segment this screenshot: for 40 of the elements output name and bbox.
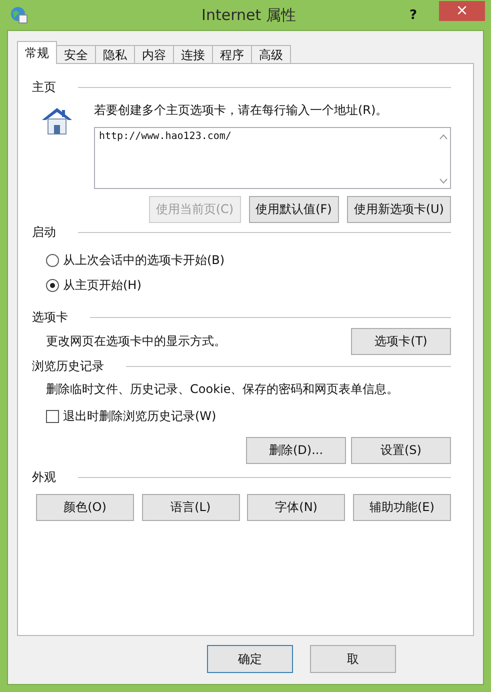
window-title: Internet 属性 (200, 6, 297, 24)
radio-label: 从上次会话中的选项卡开始(B) (63, 252, 225, 268)
description-text: 删除临时文件、历史记录、Cookie、保存的密码和网页表单信息。 (46, 381, 400, 398)
appearance-button[interactable]: 辅助功能(E) (352, 494, 451, 521)
help-button[interactable]: ? (409, 8, 417, 22)
scroll-up-icon[interactable] (438, 134, 448, 140)
home-page-button[interactable]: 使用新选项卡(U) (346, 196, 451, 223)
tab[interactable]: 程序 (212, 45, 252, 63)
section-heading: 选项卡 (32, 308, 68, 326)
appearance-button[interactable]: 颜色(O) (36, 494, 134, 521)
dialog-button[interactable]: 确定 (207, 645, 293, 673)
radio-button[interactable] (46, 254, 59, 266)
history-button[interactable]: 设置(S) (351, 437, 451, 464)
tab[interactable]: 常规 (17, 41, 57, 64)
checkbox[interactable] (46, 410, 59, 422)
section-heading: 主页 (32, 78, 56, 96)
dialog-button[interactable]: 取 (310, 645, 396, 673)
description-text: 更改网页在选项卡中的显示方式。 (46, 333, 226, 350)
tab[interactable]: 安全 (56, 45, 96, 63)
history-button[interactable]: 删除(D)... (246, 437, 346, 464)
scroll-down-icon[interactable] (438, 178, 448, 184)
checkbox-label: 退出时删除浏览历史记录(W) (63, 408, 216, 424)
tab[interactable]: 高级 (251, 45, 291, 63)
section-heading: 浏览历史记录 (32, 358, 104, 374)
radio-label: 从主页开始(H) (63, 276, 142, 294)
tabs-button[interactable]: 选项卡(T) (351, 328, 451, 355)
appearance-button[interactable]: 语言(L) (142, 494, 240, 521)
tab[interactable]: 内容 (134, 45, 174, 63)
radio-button[interactable] (46, 278, 59, 292)
globe-icon (10, 6, 28, 24)
home-page-button[interactable]: 使用默认值(F) (248, 196, 339, 223)
tab[interactable]: 隐私 (95, 45, 135, 63)
address-field[interactable]: http://www.hao123.com/ (94, 127, 451, 189)
instruction-text: 若要创建多个主页选项卡，请在每行输入一个地址(R)。 (94, 102, 389, 119)
tab[interactable]: 连接 (173, 45, 213, 63)
close-button[interactable]: × (439, 1, 485, 21)
section-heading: 外观 (32, 468, 56, 486)
section-heading: 启动 (32, 224, 56, 240)
appearance-button[interactable]: 字体(N) (247, 494, 346, 521)
house-icon (40, 106, 74, 136)
